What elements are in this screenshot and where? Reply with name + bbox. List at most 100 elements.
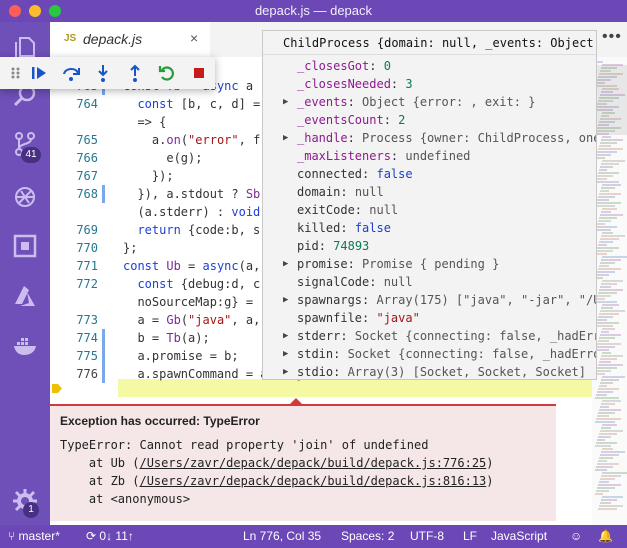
variable-row: _closesNeeded: 3 [263, 75, 596, 93]
modified-line-marker [102, 185, 105, 203]
variable-value: null [354, 185, 384, 199]
minimap-line [602, 256, 627, 258]
minimap-line [602, 232, 613, 234]
minimize-window-button[interactable] [29, 5, 41, 17]
minimap-line [597, 271, 615, 273]
code-line[interactable]: noSourceMap:g} = [123, 293, 253, 311]
continue-icon[interactable] [28, 62, 50, 84]
restart-icon[interactable] [156, 62, 178, 84]
hover-title: ChildProcess {domain: null, _events: Obj… [263, 31, 596, 55]
minimap-line [596, 466, 613, 468]
minimap-line [600, 430, 623, 432]
minimap-line [602, 184, 621, 186]
variable-row: spawnfile: "java" [263, 309, 596, 327]
variable-value: Array(3) [Socket, Socket, Socket] [347, 365, 586, 379]
sync-indicator[interactable]: ⟳ 0↓ 11↑ [86, 529, 134, 543]
minimap-line [595, 205, 615, 207]
code-line[interactable]: a.on("error", f [123, 131, 260, 149]
minimap-line [595, 181, 619, 183]
variable-name: exitCode: null [297, 203, 399, 217]
code-line[interactable]: const {debug:d, c [123, 275, 260, 293]
drag-handle-icon[interactable] [5, 62, 27, 84]
debug-icon[interactable] [11, 182, 39, 210]
minimap-line [597, 463, 619, 465]
tab-depack-js[interactable]: JS depack.js × [50, 22, 210, 57]
minimap-line [601, 307, 613, 309]
minimap-line [602, 304, 619, 306]
indentation[interactable]: Spaces: 2 [341, 529, 394, 543]
expand-twistie-icon[interactable]: ▶ [283, 129, 293, 147]
minimap-line [596, 226, 617, 228]
variable-row[interactable]: ▶ stdio: Array(3) [Socket, Socket, Socket… [263, 363, 596, 379]
expand-twistie-icon[interactable]: ▶ [283, 255, 293, 273]
line-number: 769 [76, 223, 98, 237]
minimap-line [597, 487, 615, 489]
step-over-icon[interactable] [60, 62, 82, 84]
variable-row[interactable]: ▶ stdin: Socket {connecting: false, _hadE… [263, 345, 596, 363]
branch-indicator[interactable]: ⑂ master* [8, 529, 60, 543]
code-line[interactable]: a = Gb("java", a, [123, 311, 260, 329]
close-icon[interactable]: × [190, 30, 198, 46]
code-line[interactable]: (a.stderr) : void [123, 203, 260, 221]
azure-icon[interactable] [11, 282, 39, 310]
code-line[interactable]: }); [123, 167, 174, 185]
minimap[interactable] [592, 57, 627, 525]
code-line[interactable]: => { [123, 113, 166, 131]
feedback-icon[interactable]: ☺ [570, 529, 582, 543]
step-into-icon[interactable] [92, 62, 114, 84]
code-line[interactable]: return {code:b, s [123, 221, 260, 239]
code-line[interactable]: }; [123, 239, 137, 257]
cursor-position[interactable]: Ln 776, Col 35 [243, 529, 321, 543]
expand-twistie-icon[interactable]: ▶ [283, 345, 293, 363]
variable-name: signalCode: null [297, 275, 413, 289]
minimap-line [599, 433, 617, 435]
stack-frame-link[interactable]: /Users/zavr/depack/depack/build/depack.j… [139, 456, 486, 470]
minimap-line [595, 421, 615, 423]
minimap-line [596, 394, 607, 396]
code-line[interactable]: }), a.stdout ? Sb [123, 185, 260, 203]
variable-name: stderr: Socket {connecting: false, _hadE… [297, 327, 596, 345]
extensions-icon[interactable] [11, 232, 39, 260]
minimap-line [602, 280, 623, 282]
minimap-slider[interactable] [592, 65, 627, 135]
scm-badge: 41 [21, 147, 41, 163]
minimap-line [601, 451, 625, 453]
minimap-line [598, 508, 617, 510]
stack-frame-link[interactable]: /Users/zavr/depack/depack/build/depack.j… [139, 474, 486, 488]
code-line[interactable]: e(g); [123, 149, 202, 167]
stop-icon[interactable] [188, 62, 210, 84]
variable-row[interactable]: ▶ stderr: Socket {connecting: false, _had… [263, 327, 596, 345]
expand-twistie-icon[interactable]: ▶ [283, 93, 293, 111]
encoding[interactable]: UTF-8 [410, 529, 444, 543]
zoom-window-button[interactable] [49, 5, 61, 17]
minimap-line [597, 439, 605, 441]
variable-row[interactable]: ▶ _events: Object {error: , exit: } [263, 93, 596, 111]
variable-row[interactable]: ▶ spawnargs: Array(175) ["java", "-jar", … [263, 291, 596, 309]
end-of-line[interactable]: LF [463, 529, 477, 543]
code-line[interactable]: b = Tb(a); [123, 329, 209, 347]
close-window-button[interactable] [9, 5, 21, 17]
variable-row[interactable]: ▶ promise: Promise { pending } [263, 255, 596, 273]
minimap-line [600, 142, 617, 144]
line-number: 765 [76, 133, 98, 147]
expand-twistie-icon[interactable]: ▶ [283, 363, 293, 379]
line-number: 766 [76, 151, 98, 165]
minimap-line [597, 295, 611, 297]
code-line[interactable]: a.promise = b; [123, 347, 238, 365]
code-line[interactable]: const [b, c, d] = [123, 95, 260, 113]
variable-row[interactable]: ▶ _handle: Process {owner: ChildProcess, … [263, 129, 596, 147]
expand-twistie-icon[interactable]: ▶ [283, 327, 293, 345]
minimap-line [601, 379, 619, 381]
minimap-line [601, 427, 611, 429]
language-mode[interactable]: JavaScript [491, 529, 547, 543]
debug-hover-widget[interactable]: ChildProcess {domain: null, _events: Obj… [262, 30, 597, 380]
expand-twistie-icon[interactable]: ▶ [283, 291, 293, 309]
minimap-line [599, 313, 619, 315]
step-out-icon[interactable] [124, 62, 146, 84]
more-actions-icon[interactable]: ••• [602, 28, 622, 46]
code-line[interactable]: const Ub = async(a, [123, 257, 260, 275]
bell-icon[interactable]: 🔔 [598, 529, 613, 543]
minimap-line [601, 475, 621, 477]
docker-icon[interactable] [11, 332, 39, 360]
variable-value: Array(175) ["java", "-jar", "/User [376, 293, 596, 307]
